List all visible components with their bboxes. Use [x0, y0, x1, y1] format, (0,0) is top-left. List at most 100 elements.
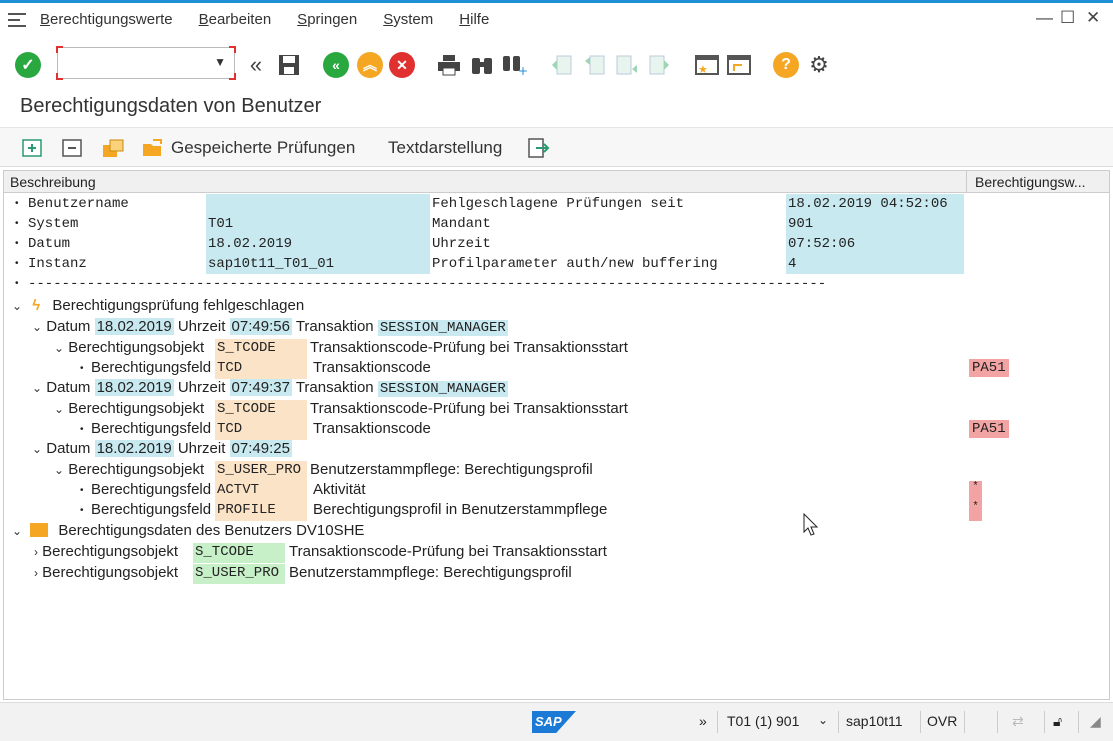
auth-value: * [969, 481, 982, 501]
header-label: Instanz [28, 256, 87, 272]
saved-checks-button[interactable]: Gespeicherte Prüfungen [171, 138, 355, 158]
column-auth-values[interactable]: Berechtigungsw... [966, 171, 1109, 193]
chevron-down-icon[interactable]: ▼ [214, 55, 226, 69]
header-value2: 4 [788, 256, 797, 272]
auth-field-value: TCD [215, 420, 307, 440]
failed-entry[interactable]: ⌄ Datum 18.02.2019 Uhrzeit 07:49:25 [32, 440, 292, 460]
chevron-down-icon[interactable]: ⌄ [12, 299, 22, 313]
menu-system[interactable]: System [383, 11, 433, 28]
auth-field-value: PROFILE [217, 502, 276, 518]
maximize-button[interactable]: ☐ [1060, 8, 1075, 28]
back-icon[interactable]: « [323, 52, 349, 78]
header-value2: 07:52:06 [788, 236, 856, 252]
resize-grip-icon[interactable]: ◢ [1090, 713, 1101, 730]
failed-checks-node[interactable]: ⌄ ϟ Berechtigungsprüfung fehlgeschlagen [12, 297, 304, 317]
column-description[interactable]: Beschreibung [10, 174, 96, 190]
standard-toolbar: ✓ ▼ « « ︽ ✕ + ★ ? ⚙ [0, 40, 1113, 90]
header-label: Benutzername [28, 196, 129, 212]
auth-field-desc: Transaktionscode [313, 359, 431, 376]
exit-icon[interactable]: ︽ [357, 52, 383, 78]
auth-object-desc: Transaktionscode-Prüfung bei Transaktion… [310, 400, 628, 417]
auth-field-value: TCD [215, 359, 307, 379]
next-page-icon[interactable] [614, 52, 640, 78]
auth-object-row[interactable]: ⌄ Berechtigungsobjekt [54, 461, 204, 481]
lightning-icon: ϟ [32, 297, 41, 314]
back-arrows-icon[interactable]: « [243, 52, 269, 78]
first-page-icon[interactable] [548, 52, 574, 78]
header-label: Datum [28, 236, 71, 252]
time-label: Uhrzeit [177, 379, 226, 396]
auth-field-label: Berechtigungsfeld [91, 481, 212, 498]
auth-object-value: S_TCODE [215, 400, 307, 420]
check-icon[interactable]: ✓ [15, 52, 41, 78]
settings-icon[interactable]: ⚙ [806, 52, 832, 78]
user-auth-object-row[interactable]: › Berechtigungsobjekt [34, 564, 178, 584]
auth-field-desc: Berechtigungsprofil in Benutzerstammpfle… [313, 501, 608, 518]
save-icon[interactable] [276, 52, 302, 78]
lock-icon[interactable]: 🔓︎ [1053, 713, 1062, 730]
last-page-icon[interactable] [647, 52, 673, 78]
user-data-node[interactable]: ⌄ Berechtigungsdaten des Benutzers DV10S… [12, 522, 364, 542]
collapse-all-icon[interactable] [60, 135, 86, 161]
menu-icon[interactable] [8, 12, 28, 27]
auth-object-desc: Transaktionscode-Prüfung bei Transaktion… [310, 339, 628, 356]
chevron-right-icon[interactable]: › [34, 545, 38, 559]
failed-entry[interactable]: ⌄ Datum 18.02.2019 Uhrzeit 07:49:56 Tran… [32, 318, 508, 338]
auth-field-desc: Transaktionscode [313, 420, 431, 437]
transaction-label: Transaktion [295, 379, 374, 396]
user-data-title: Berechtigungsdaten des Benutzers DV10SHE [58, 522, 365, 539]
chevron-right-icon[interactable]: › [34, 566, 38, 580]
header-label2: Mandant [432, 216, 491, 232]
export-icon[interactable] [525, 135, 551, 161]
auth-object-row[interactable]: ⌄ Berechtigungsobjekt [54, 400, 204, 420]
auth-object-value: S_TCODE [193, 543, 285, 563]
shortcut-icon[interactable] [726, 52, 752, 78]
time-label: Uhrzeit [177, 318, 226, 335]
expand-all-icon[interactable] [20, 135, 46, 161]
new-session-icon[interactable]: ★ [694, 52, 720, 78]
chevron-down-icon[interactable]: ⌄ [12, 524, 22, 538]
close-button[interactable]: ✕ [1086, 8, 1100, 28]
refresh-icon[interactable]: ⇄ [1012, 713, 1024, 730]
failed-entry[interactable]: ⌄ Datum 18.02.2019 Uhrzeit 07:49:37 Tran… [32, 379, 508, 399]
auth-object-value: S_USER_PRO [193, 564, 285, 584]
expand-subtree-icon[interactable] [100, 135, 126, 161]
chevron-down-icon[interactable]: ⌄ [818, 713, 828, 727]
auth-field-label: Berechtigungsfeld [91, 501, 212, 518]
insert-mode[interactable]: OVR [927, 713, 957, 729]
find-next-icon[interactable]: + [501, 52, 527, 78]
cancel-icon[interactable]: ✕ [389, 52, 415, 78]
menu-springen[interactable]: Springen [297, 11, 357, 28]
date-value: 18.02.2019 [94, 440, 174, 457]
menu-bar: Berechtigungswerte Bearbeiten Springen S… [0, 3, 1113, 36]
menu-berechtigungswerte[interactable]: Berechtigungswerte [40, 11, 173, 28]
help-icon[interactable]: ? [773, 52, 799, 78]
failed-checks-title: Berechtigungsprüfung fehlgeschlagen [52, 297, 305, 314]
svg-text:+: + [518, 64, 527, 76]
header-value2: 901 [788, 216, 814, 232]
status-more-button[interactable]: » [699, 713, 707, 729]
menu-hilfe[interactable]: Hilfe [459, 11, 489, 28]
command-field[interactable]: ▼ [56, 46, 236, 80]
mouse-cursor-icon [803, 513, 819, 536]
minimize-button[interactable]: — [1036, 8, 1053, 28]
header-value: sap10t11_T01_01 [208, 256, 335, 272]
previous-page-icon[interactable] [581, 52, 607, 78]
auth-object-label: Berechtigungsobjekt [68, 461, 205, 478]
header-label: System [28, 216, 79, 232]
open-folder-icon[interactable] [140, 135, 166, 161]
menu-bearbeiten[interactable]: Bearbeiten [199, 11, 272, 28]
system-info[interactable]: T01 (1) 901 [727, 713, 799, 729]
auth-object-label: Berechtigungsobjekt [68, 400, 205, 417]
header-label2: Uhrzeit [432, 236, 491, 252]
auth-field-desc: Aktivität [313, 481, 366, 498]
find-icon[interactable] [469, 52, 495, 78]
user-auth-object-row[interactable]: › Berechtigungsobjekt [34, 543, 178, 563]
header-label2: Profilparameter auth/new buffering [432, 256, 718, 272]
auth-field-label: Berechtigungsfeld [91, 420, 212, 437]
auth-object-row[interactable]: ⌄ Berechtigungsobjekt [54, 339, 204, 359]
result-area: Beschreibung Berechtigungsw... • Benutze… [3, 170, 1110, 700]
print-icon[interactable] [436, 52, 462, 78]
auth-value: PA51 [969, 359, 1009, 377]
text-view-button[interactable]: Textdarstellung [388, 138, 502, 158]
